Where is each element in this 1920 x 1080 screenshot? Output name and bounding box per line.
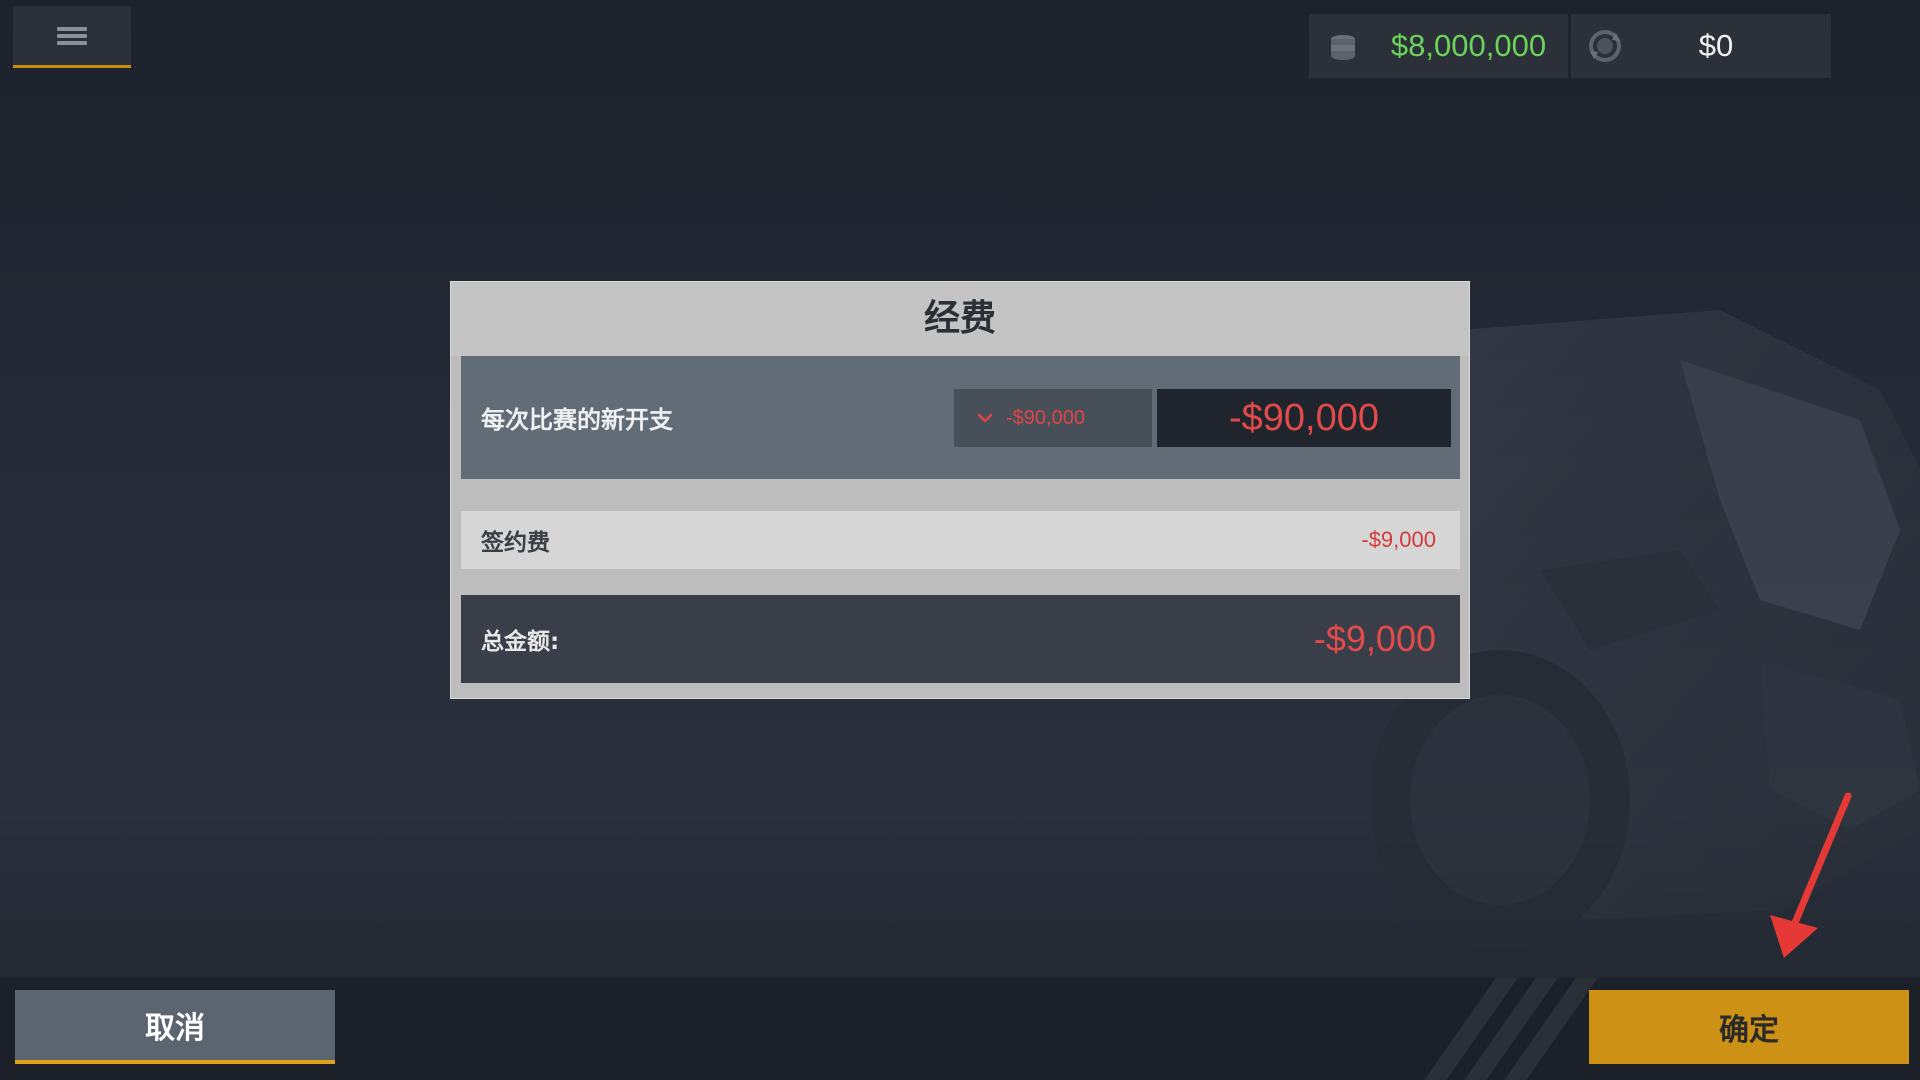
new-cost-per-race-row: 每次比赛的新开支 -$90,000 -$90,000 xyxy=(461,356,1460,479)
expense-screen: $8,000,000 $0 经费 每次比赛的新开支 -$90,000 -$90,… xyxy=(0,0,1920,1080)
new-cost-label: 每次比赛的新开支 xyxy=(481,406,673,434)
expense-dialog: 经费 每次比赛的新开支 -$90,000 -$90,000 签约费 -$9,00… xyxy=(450,281,1470,699)
dialog-title: 经费 xyxy=(451,282,1469,356)
currency-panel: $8,000,000 $0 xyxy=(1309,14,1831,78)
total-amount-row: 总金额: -$9,000 xyxy=(461,595,1460,683)
chevron-down-icon xyxy=(977,413,993,423)
cash-value: $8,000,000 xyxy=(1390,28,1547,63)
dropdown-value: -$90,000 xyxy=(1006,406,1085,429)
hamburger-menu-icon xyxy=(57,24,87,48)
signing-fee-label: 签约费 xyxy=(481,530,550,556)
main-menu-button[interactable] xyxy=(13,6,131,68)
refresh-coin-icon xyxy=(1585,26,1625,66)
total-amount-label: 总金额: xyxy=(481,629,560,655)
gold-value: $0 xyxy=(1698,28,1734,63)
coin-stack-icon xyxy=(1323,26,1363,66)
cancel-button[interactable]: 取消 xyxy=(15,990,335,1064)
new-cost-display: -$90,000 xyxy=(1157,389,1451,447)
total-amount-value: -$9,000 xyxy=(1313,618,1436,659)
signing-fee-value: -$9,000 xyxy=(1361,527,1436,552)
confirm-button[interactable]: 确定 xyxy=(1589,990,1909,1064)
new-cost-value: -$90,000 xyxy=(1228,396,1379,439)
cost-dropdown[interactable]: -$90,000 xyxy=(954,389,1152,447)
signing-fee-row: 签约费 -$9,000 xyxy=(461,511,1460,569)
red-arrow-annotation-icon xyxy=(1770,792,1852,958)
gold-balance[interactable]: $0 xyxy=(1571,14,1831,78)
cash-balance: $8,000,000 xyxy=(1309,14,1568,78)
